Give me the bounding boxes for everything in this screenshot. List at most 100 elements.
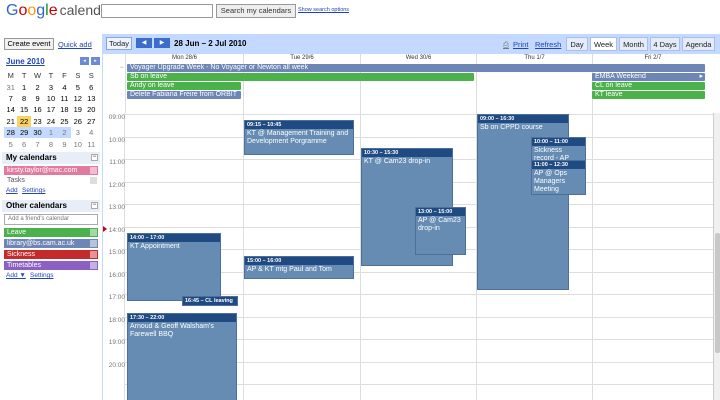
tab-4-days[interactable]: 4 Days: [650, 37, 680, 51]
mini-day[interactable]: 9: [31, 93, 44, 104]
mini-day[interactable]: 13: [85, 93, 98, 104]
mini-day[interactable]: 18: [58, 104, 71, 115]
mini-day[interactable]: 21: [4, 116, 17, 127]
mini-day-selected[interactable]: 29: [17, 126, 31, 139]
tab-day[interactable]: Day: [566, 37, 588, 51]
mini-day-selected[interactable]: 1: [44, 126, 58, 139]
dropdown-icon[interactable]: [90, 167, 97, 174]
today-button[interactable]: Today: [106, 37, 132, 50]
search-options-link[interactable]: Show search options: [298, 7, 349, 13]
search-button[interactable]: Search my calendars: [216, 4, 296, 18]
scrollbar-thumb[interactable]: [715, 233, 720, 353]
mini-day[interactable]: 1: [17, 81, 30, 92]
mini-day[interactable]: 4: [84, 126, 98, 139]
mini-day[interactable]: 24: [44, 116, 57, 127]
next-week-button[interactable]: ▶: [154, 38, 170, 48]
calendar-item-tasks[interactable]: Tasks: [4, 176, 98, 185]
mini-day[interactable]: 6: [17, 138, 30, 149]
mini-day-today[interactable]: 22: [17, 115, 31, 127]
mini-day[interactable]: 11: [58, 93, 71, 104]
dropdown-icon[interactable]: [90, 229, 97, 236]
tab-week[interactable]: Week: [590, 37, 617, 51]
tab-agenda[interactable]: Agenda: [682, 37, 715, 51]
event-block[interactable]: 14:00 – 17:00 KT Appointment: [127, 233, 221, 301]
print-link[interactable]: Print: [513, 40, 528, 49]
all-day-event[interactable]: Voyager Upgrade Week - No Voyager or New…: [127, 64, 705, 72]
event-block[interactable]: 17:30 – 22:00 Arnoud & Geoff Walsham's F…: [127, 313, 237, 400]
mini-day[interactable]: 10: [71, 138, 84, 149]
all-day-event[interactable]: Delete Fabiana Freire from ORBIT: [127, 91, 241, 99]
collapse-icon[interactable]: −: [91, 202, 98, 209]
create-event-button[interactable]: Create event: [4, 38, 54, 50]
mini-day[interactable]: 17: [44, 104, 57, 115]
mini-day[interactable]: 26: [71, 116, 84, 127]
event-block[interactable]: 09:15 – 10:45 KT @ Management Training a…: [244, 120, 354, 155]
mini-day[interactable]: 12: [71, 93, 84, 104]
event-block[interactable]: 15:00 – 16:00 AP & KT mtg Paul and Tom: [244, 256, 354, 279]
mini-day[interactable]: 7: [31, 138, 44, 149]
quick-add-link[interactable]: Quick add: [58, 40, 92, 49]
all-day-event[interactable]: Andy on leave: [127, 82, 241, 90]
tab-month[interactable]: Month: [619, 37, 648, 51]
mini-day[interactable]: 5: [71, 81, 84, 92]
mini-day[interactable]: 9: [58, 138, 71, 149]
mini-day-selected[interactable]: 28: [4, 126, 18, 139]
mini-day[interactable]: 5: [4, 138, 17, 149]
all-day-event[interactable]: KT leave: [592, 91, 705, 99]
event-block[interactable]: 10:00 – 11:00 Sickness record - AP: [531, 137, 586, 161]
grid-scrollbar[interactable]: [713, 113, 720, 400]
calendar-item-timetables[interactable]: Timetables: [4, 261, 98, 270]
all-day-event[interactable]: EMBA Weekend ▸: [592, 73, 705, 81]
mini-day[interactable]: 8: [17, 93, 30, 104]
day-header-thu[interactable]: Thu 1/7: [476, 54, 592, 63]
add-friend-calendar-input[interactable]: Add a friend's calendar: [4, 214, 98, 225]
mini-day[interactable]: 20: [85, 104, 98, 115]
refresh-link[interactable]: Refresh: [535, 40, 561, 49]
event-block[interactable]: 11:00 – 12:30 AP @ Ops Managers Meeting: [531, 160, 586, 195]
dropdown-icon[interactable]: [90, 177, 97, 184]
event-block[interactable]: 16:45 – CL leaving: [182, 296, 238, 306]
my-calendars-header[interactable]: My calendars −: [2, 152, 100, 164]
calendar-item-kirsty[interactable]: kirsty.taylor@mac.com: [4, 166, 98, 175]
day-header-tue[interactable]: Tue 29/6: [243, 54, 360, 63]
calendar-item-library[interactable]: library@bs.cam.ac.uk: [4, 239, 98, 248]
mini-day-selected[interactable]: 30: [30, 126, 45, 139]
mini-prev-month-button[interactable]: ◂: [80, 57, 89, 65]
prev-week-button[interactable]: ◀: [136, 38, 152, 48]
mini-day[interactable]: 2: [31, 81, 44, 92]
mini-day-selected[interactable]: 2: [57, 126, 72, 139]
all-day-event[interactable]: Sb on leave: [127, 73, 474, 81]
other-calendars-header[interactable]: Other calendars −: [2, 200, 100, 212]
other-calendars-add-link[interactable]: Add ▼: [6, 272, 26, 279]
mini-day[interactable]: 31: [4, 81, 17, 92]
mini-day[interactable]: 25: [58, 116, 71, 127]
mini-day[interactable]: 3: [44, 81, 57, 92]
day-header-fri[interactable]: Fri 2/7: [592, 54, 713, 63]
my-calendars-settings-link[interactable]: Settings: [22, 187, 46, 194]
mini-calendar-title[interactable]: June 2010: [6, 57, 45, 66]
mini-day[interactable]: 14: [4, 104, 17, 115]
calendar-item-leave[interactable]: Leave: [4, 228, 98, 237]
all-day-event[interactable]: CL on leave: [592, 82, 705, 90]
mini-day[interactable]: 19: [71, 104, 84, 115]
mini-day[interactable]: 7: [4, 93, 17, 104]
mini-day[interactable]: 27: [85, 116, 98, 127]
mini-day[interactable]: 6: [85, 81, 98, 92]
day-header-mon[interactable]: Mon 28/6: [125, 54, 243, 63]
mini-day[interactable]: 15: [17, 104, 30, 115]
dropdown-icon[interactable]: [90, 262, 97, 269]
dropdown-icon[interactable]: [90, 240, 97, 247]
calendar-item-sickness[interactable]: Sickness: [4, 250, 98, 259]
day-header-wed[interactable]: Wed 30/6: [360, 54, 476, 63]
mini-day[interactable]: 8: [44, 138, 57, 149]
mini-day[interactable]: 16: [31, 104, 44, 115]
printer-icon[interactable]: ⎙: [503, 40, 509, 50]
other-calendars-settings-link[interactable]: Settings: [30, 272, 54, 279]
dropdown-icon[interactable]: [90, 251, 97, 258]
event-block[interactable]: 13:00 – 15:00 AP @ Cam23 drop-in: [415, 207, 466, 255]
mini-day[interactable]: 3: [71, 126, 85, 139]
mini-day[interactable]: 10: [44, 93, 57, 104]
mini-day[interactable]: 4: [58, 81, 71, 92]
search-input[interactable]: [101, 4, 213, 18]
my-calendars-add-link[interactable]: Add: [6, 187, 18, 194]
